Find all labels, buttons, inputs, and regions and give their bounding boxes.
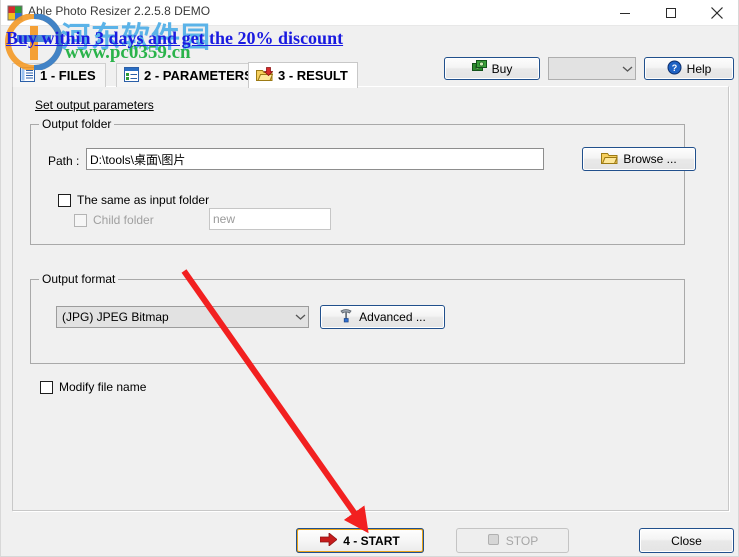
set-output-parameters-link[interactable]: Set output parameters <box>35 98 154 112</box>
browse-button-label: Browse ... <box>623 152 677 166</box>
start-button[interactable]: 4 - START <box>296 528 424 553</box>
browse-button[interactable]: Browse ... <box>582 147 696 171</box>
output-folder-group: Output folder Path : D:\tools\桌面\图片 Brow… <box>30 117 696 245</box>
output-folder-group-title: Output folder <box>39 117 115 131</box>
tab-parameters[interactable]: 2 - PARAMETERS <box>116 63 263 87</box>
result-folder-icon <box>256 66 274 85</box>
tab-result-label: 3 - RESULT <box>278 68 348 83</box>
tab-strip: 1 - FILES 2 - PARAMETERS 3 - RESULT <box>12 62 729 88</box>
child-folder-input[interactable]: new <box>209 208 331 230</box>
maximize-button[interactable] <box>648 0 694 26</box>
modify-file-name-checkbox[interactable]: Modify file name <box>40 380 146 394</box>
close-window-button[interactable] <box>694 0 738 26</box>
child-folder-label: Child folder <box>93 213 154 227</box>
child-folder-checkbox[interactable]: Child folder <box>74 213 154 227</box>
red-arrow-icon <box>319 531 338 549</box>
hammer-icon <box>339 308 354 326</box>
promo-bar: Buy within 3 days and get the 20% discou… <box>1 26 738 80</box>
stop-button-label: STOP <box>505 533 539 548</box>
stop-square-icon <box>487 533 500 549</box>
result-tab-panel: Set output parameters Output folder Path… <box>12 86 729 511</box>
tab-files[interactable]: 1 - FILES <box>12 63 106 87</box>
same-as-input-folder-label: The same as input folder <box>77 193 210 207</box>
app-logo-icon <box>7 5 23 21</box>
tab-files-label: 1 - FILES <box>40 68 96 83</box>
stop-button: STOP <box>456 528 569 553</box>
chevron-down-icon <box>292 313 308 321</box>
modify-file-name-label: Modify file name <box>59 380 147 394</box>
checkbox-box <box>74 213 87 227</box>
close-button-label: Close <box>671 533 702 548</box>
checkbox-box <box>58 193 71 207</box>
tab-result[interactable]: 3 - RESULT <box>248 62 358 88</box>
same-as-input-folder-checkbox[interactable]: The same as input folder <box>58 193 209 207</box>
output-format-value: (JPG) JPEG Bitmap <box>62 310 169 324</box>
advanced-button-label: Advanced ... <box>359 310 426 324</box>
advanced-button[interactable]: Advanced ... <box>320 305 445 329</box>
output-format-group: Output format (JPG) JPEG Bitmap Advanced… <box>30 272 685 364</box>
folder-open-icon <box>601 151 619 168</box>
window-title: Able Photo Resizer 2.2.5.8 DEMO <box>28 4 211 18</box>
application-window: Able Photo Resizer 2.2.5.8 DEMO Buy with… <box>0 0 739 557</box>
close-button[interactable]: Close <box>639 528 734 553</box>
tab-parameters-label: 2 - PARAMETERS <box>144 68 253 83</box>
output-format-combobox[interactable]: (JPG) JPEG Bitmap <box>56 306 309 328</box>
output-format-group-title: Output format <box>39 272 119 286</box>
start-button-label: 4 - START <box>343 533 400 548</box>
files-list-icon <box>20 66 35 85</box>
minimize-button[interactable] <box>602 0 648 26</box>
title-bar: Able Photo Resizer 2.2.5.8 DEMO <box>1 0 738 26</box>
path-label: Path : <box>48 154 80 168</box>
checkbox-box <box>40 380 53 394</box>
parameters-list-icon <box>124 66 139 85</box>
output-path-input[interactable]: D:\tools\桌面\图片 <box>86 148 544 170</box>
promo-discount-link[interactable]: Buy within 3 days and get the 20% discou… <box>6 28 343 49</box>
